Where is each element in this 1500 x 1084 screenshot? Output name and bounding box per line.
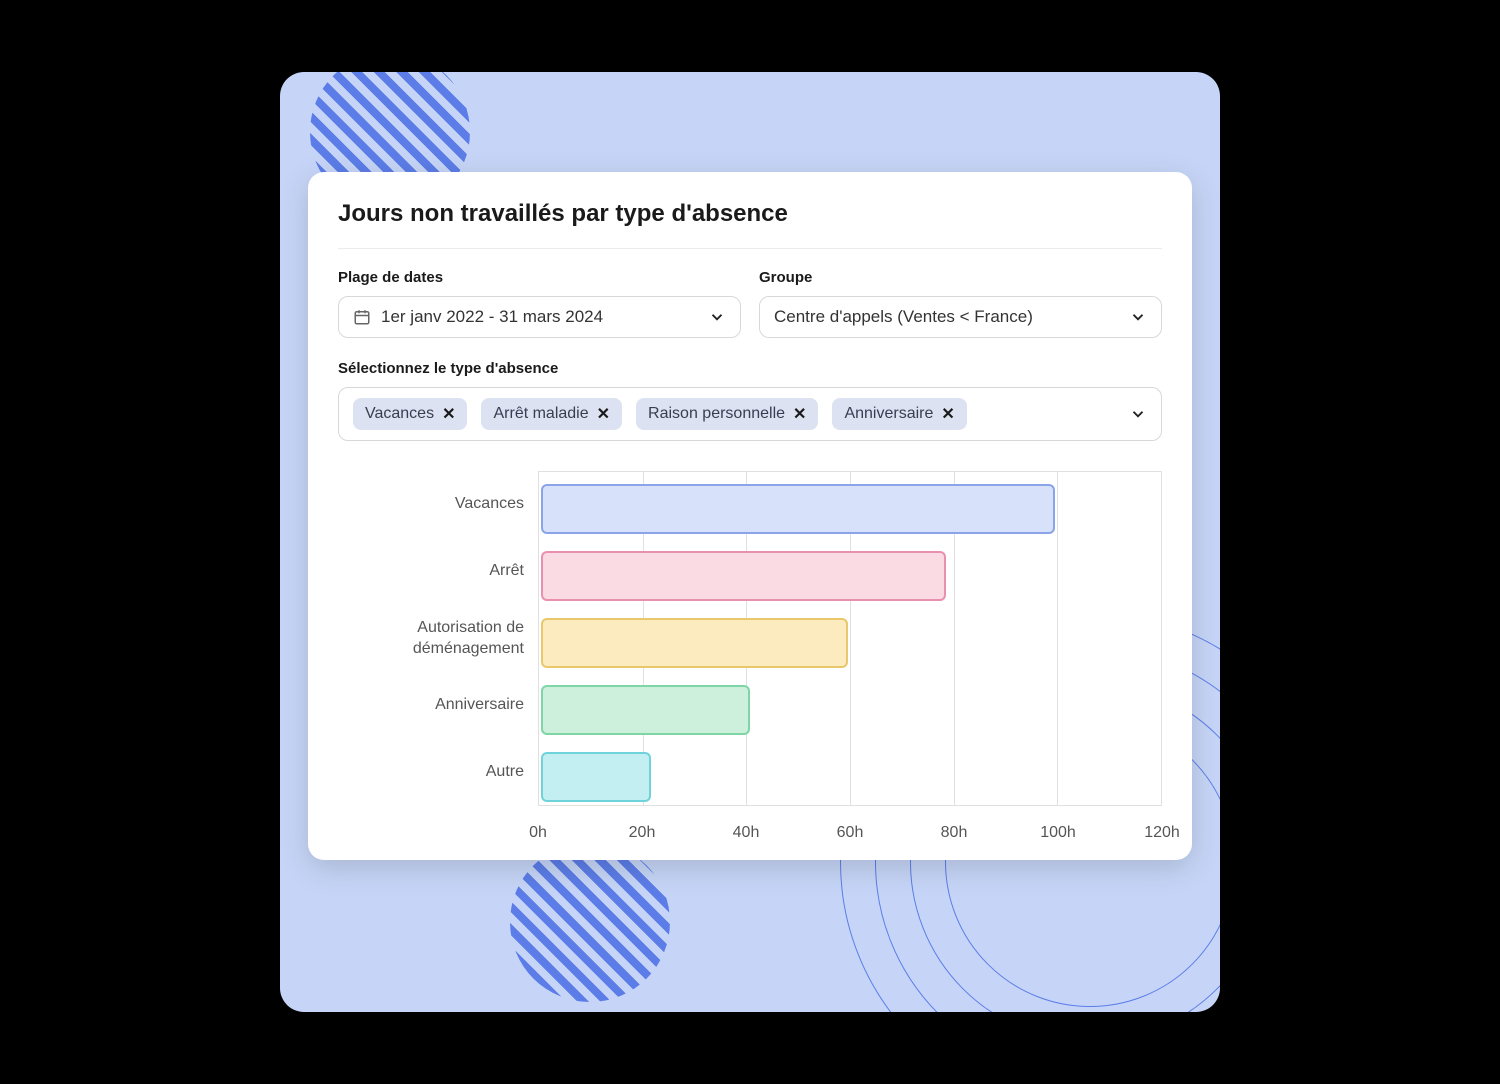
card-title: Jours non travaillés par type d'absence	[338, 200, 1162, 249]
group-value: Centre d'appels (Ventes < France)	[774, 307, 1033, 327]
close-icon[interactable]: ✕	[597, 404, 610, 424]
date-range-value: 1er janv 2022 - 31 mars 2024	[381, 307, 603, 327]
gridline	[1057, 472, 1058, 805]
x-tick-label: 60h	[837, 824, 864, 842]
filter-tag[interactable]: Arrêt maladie ✕	[481, 398, 622, 430]
x-tick-label: 80h	[941, 824, 968, 842]
date-range-filter: Plage de dates 1er janv 2022 - 31 mars 2…	[338, 269, 741, 338]
chart-bar	[541, 484, 1055, 534]
close-icon[interactable]: ✕	[442, 404, 455, 424]
filter-tag[interactable]: Raison personnelle ✕	[636, 398, 818, 430]
chart-bar	[541, 685, 750, 735]
chart-area: VacancesArrêtAutorisation de déménagemen…	[338, 471, 1162, 824]
backdrop: Jours non travaillés par type d'absence …	[280, 72, 1220, 1012]
y-tick-label: Vacances	[338, 471, 538, 538]
close-icon[interactable]: ✕	[941, 404, 954, 424]
plot	[538, 471, 1162, 806]
y-tick-label: Arrêt	[338, 538, 538, 605]
x-tick-label: 120h	[1144, 824, 1180, 842]
chevron-down-icon	[708, 308, 726, 326]
group-select[interactable]: Centre d'appels (Ventes < France)	[759, 296, 1162, 338]
filters-row: Plage de dates 1er janv 2022 - 31 mars 2…	[338, 269, 1162, 338]
filter-tag-label: Arrêt maladie	[493, 405, 588, 423]
close-icon[interactable]: ✕	[793, 404, 806, 424]
group-label: Groupe	[759, 269, 1162, 286]
absence-type-filter: Sélectionnez le type d'absence Vacances ✕…	[338, 360, 1162, 441]
date-range-select[interactable]: 1er janv 2022 - 31 mars 2024	[338, 296, 741, 338]
filter-tag-label: Vacances	[365, 405, 434, 423]
x-tick-label: 0h	[529, 824, 547, 842]
y-tick-label: Autorisation de déménagement	[338, 605, 538, 672]
chart-bar	[541, 551, 946, 601]
chart-bar	[541, 752, 651, 802]
date-range-label: Plage de dates	[338, 269, 741, 286]
y-tick-label: Autre	[338, 739, 538, 806]
filter-tag[interactable]: Vacances ✕	[353, 398, 467, 430]
group-filter: Groupe Centre d'appels (Ventes < France)	[759, 269, 1162, 338]
x-tick-label: 100h	[1040, 824, 1076, 842]
x-tick-label: 40h	[733, 824, 760, 842]
plot-wrap: 0h20h40h60h80h100h120h	[538, 471, 1162, 824]
y-axis-labels: VacancesArrêtAutorisation de déménagemen…	[338, 471, 538, 824]
report-card: Jours non travaillés par type d'absence …	[308, 172, 1192, 860]
absence-type-select[interactable]: Vacances✕Arrêt maladie✕Raison personnell…	[338, 387, 1162, 441]
x-tick-label: 20h	[629, 824, 656, 842]
filter-tag-label: Raison personnelle	[648, 405, 785, 423]
absence-type-label: Sélectionnez le type d'absence	[338, 360, 1162, 377]
chart-bar	[541, 618, 848, 668]
calendar-icon	[353, 308, 371, 326]
filter-tag[interactable]: Anniversaire ✕	[832, 398, 966, 430]
filter-tag-label: Anniversaire	[844, 405, 933, 423]
decorative-stripes-2	[510, 842, 670, 1002]
y-tick-label: Anniversaire	[338, 672, 538, 739]
gridline	[1161, 472, 1162, 805]
chevron-down-icon	[1129, 308, 1147, 326]
chevron-down-icon	[1129, 405, 1147, 423]
